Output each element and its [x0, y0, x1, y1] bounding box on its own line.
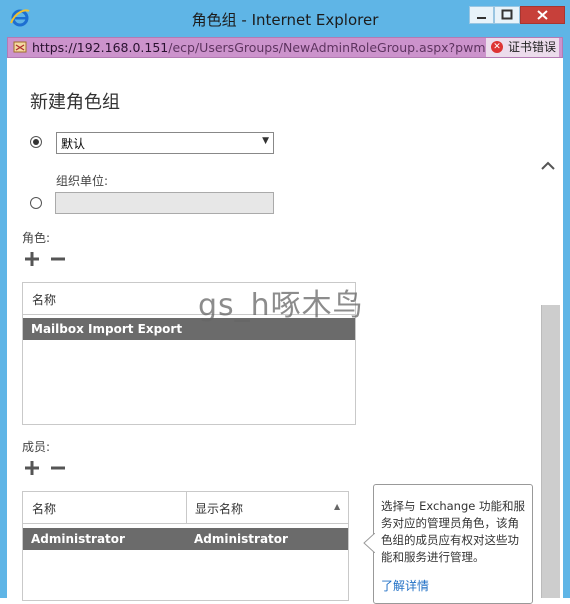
add-member-button[interactable] [24, 460, 40, 480]
close-button[interactable] [520, 6, 565, 24]
column-header-name[interactable]: 名称 [32, 500, 56, 517]
certificate-error-label: 证书错误 [507, 40, 556, 54]
url-path: /ecp/UsersGroups/NewAdminRoleGroup.aspx?… [168, 40, 515, 55]
scope-dropdown[interactable]: 默认 ▼ [56, 132, 274, 154]
members-table: 名称 显示名称 ▲ Administrator Administrator [22, 491, 349, 601]
url-text: https://192.168.0.151/ecp/UsersGroups/Ne… [32, 40, 514, 55]
help-text: 选择与 Exchange 功能和服务对应的管理员角色，该角色组的成员应有权对这些… [381, 499, 526, 564]
remove-icon [51, 466, 65, 470]
watermark: gs_h啄木鸟 [198, 288, 364, 323]
members-table-header: 名称 显示名称 ▲ [23, 492, 348, 524]
add-icon [25, 252, 39, 266]
default-scope-radio[interactable] [30, 136, 42, 148]
address-bar[interactable]: https://192.168.0.151/ecp/UsersGroups/Ne… [7, 37, 563, 58]
maximize-button[interactable] [494, 6, 520, 24]
window-frame-left [0, 37, 7, 598]
window-titlebar: 角色组 - Internet Explorer [0, 0, 570, 37]
column-divider [186, 492, 187, 523]
url-host: https://192.168.0.151 [32, 40, 169, 55]
window-frame-right [563, 37, 570, 598]
maximize-icon [501, 9, 513, 20]
add-icon [25, 461, 39, 475]
callout-pointer [363, 533, 375, 553]
remove-member-button[interactable] [50, 460, 66, 480]
remove-role-button[interactable] [50, 251, 66, 271]
scope-dropdown-value: 默认 [61, 137, 86, 151]
roles-label: 角色: [22, 231, 51, 245]
certificate-error-icon: ✕ [490, 41, 503, 53]
ou-input[interactable] [55, 192, 274, 214]
minimize-icon [477, 17, 486, 19]
column-header-name[interactable]: 名称 [32, 291, 56, 308]
members-label: 成员: [22, 440, 51, 454]
ou-scope-radio[interactable] [30, 197, 42, 209]
certificate-error-button[interactable]: ✕ 证书错误 [485, 38, 559, 57]
remove-icon [51, 257, 65, 261]
chevron-up-icon [541, 161, 555, 170]
member-name-cell: Administrator [31, 532, 125, 546]
help-callout: 选择与 Exchange 功能和服务对应的管理员角色，该角色组的成员应有权对这些… [363, 484, 533, 604]
role-name-cell: Mailbox Import Export [31, 322, 183, 336]
page-title: 新建角色组 [30, 92, 120, 113]
scrollbar-thumb[interactable] [541, 305, 560, 598]
minimize-button[interactable] [469, 6, 494, 24]
member-display-name-cell: Administrator [194, 532, 288, 546]
page-icon [13, 41, 27, 53]
sort-ascending-icon: ▲ [334, 502, 341, 511]
table-row[interactable]: Administrator Administrator [23, 528, 348, 550]
ou-label: 组织单位: [56, 174, 109, 188]
close-icon [537, 10, 548, 20]
learn-more-link[interactable]: 了解详情 [381, 577, 429, 594]
add-role-button[interactable] [24, 251, 40, 271]
scroll-up-button[interactable] [541, 157, 555, 175]
column-header-display-name[interactable]: 显示名称 [195, 500, 243, 517]
dropdown-arrow-icon: ▼ [262, 136, 269, 146]
